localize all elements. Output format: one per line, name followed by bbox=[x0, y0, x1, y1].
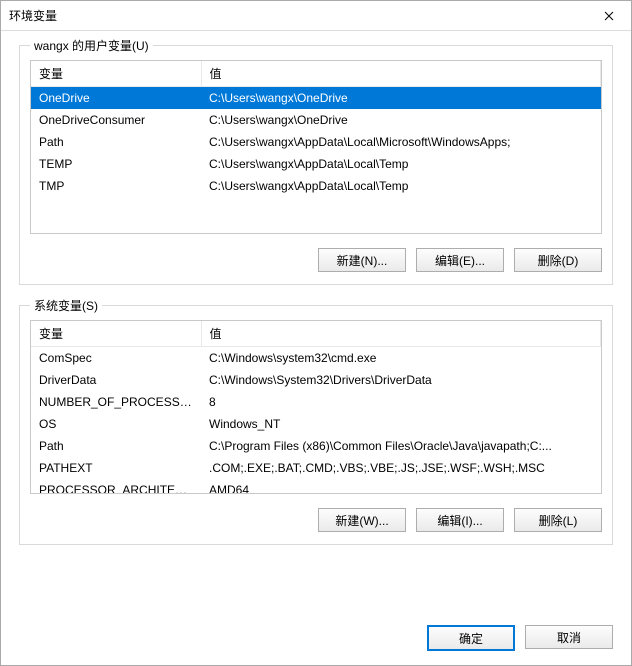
system-header-variable[interactable]: 变量 bbox=[31, 321, 201, 347]
env-vars-dialog: 环境变量 wangx 的用户变量(U) 变量 值 OneDriveC:\User… bbox=[0, 0, 632, 666]
user-delete-button[interactable]: 删除(D) bbox=[514, 248, 602, 272]
table-row[interactable]: TEMPC:\Users\wangx\AppData\Local\Temp bbox=[31, 153, 601, 175]
system-new-button[interactable]: 新建(W)... bbox=[318, 508, 406, 532]
table-row[interactable]: PROCESSOR_ARCHITECT...AMD64 bbox=[31, 479, 601, 494]
user-new-button[interactable]: 新建(N)... bbox=[318, 248, 406, 272]
dialog-footer: 确定 取消 bbox=[1, 617, 631, 665]
dialog-body: wangx 的用户变量(U) 变量 值 OneDriveC:\Users\wan… bbox=[1, 31, 631, 617]
user-vars-title: wangx 的用户变量(U) bbox=[30, 37, 153, 54]
table-row[interactable]: TMPC:\Users\wangx\AppData\Local\Temp bbox=[31, 175, 601, 197]
cell-value: C:\Users\wangx\AppData\Local\Microsoft\W… bbox=[201, 131, 601, 153]
cell-value: C:\Users\wangx\OneDrive bbox=[201, 87, 601, 110]
cell-variable: OneDriveConsumer bbox=[31, 109, 201, 131]
system-vars-title: 系统变量(S) bbox=[30, 297, 102, 314]
system-delete-button[interactable]: 删除(L) bbox=[514, 508, 602, 532]
system-vars-table-container[interactable]: 变量 值 ComSpecC:\Windows\system32\cmd.exeD… bbox=[30, 320, 602, 494]
table-row[interactable]: OneDriveC:\Users\wangx\OneDrive bbox=[31, 87, 601, 110]
close-button[interactable] bbox=[586, 1, 631, 31]
cell-variable: Path bbox=[31, 131, 201, 153]
system-edit-button[interactable]: 编辑(I)... bbox=[416, 508, 504, 532]
cancel-button[interactable]: 取消 bbox=[525, 625, 613, 649]
table-row[interactable]: PathC:\Users\wangx\AppData\Local\Microso… bbox=[31, 131, 601, 153]
cell-variable: DriverData bbox=[31, 369, 201, 391]
table-row[interactable]: ComSpecC:\Windows\system32\cmd.exe bbox=[31, 347, 601, 370]
system-header-value[interactable]: 值 bbox=[201, 321, 601, 347]
table-row[interactable]: PathC:\Program Files (x86)\Common Files\… bbox=[31, 435, 601, 457]
user-vars-table: 变量 值 OneDriveC:\Users\wangx\OneDriveOneD… bbox=[31, 61, 601, 197]
cell-value: .COM;.EXE;.BAT;.CMD;.VBS;.VBE;.JS;.JSE;.… bbox=[201, 457, 601, 479]
cell-value: C:\Users\wangx\AppData\Local\Temp bbox=[201, 175, 601, 197]
cell-variable: OneDrive bbox=[31, 87, 201, 110]
ok-button[interactable]: 确定 bbox=[427, 625, 515, 651]
user-header-value[interactable]: 值 bbox=[201, 61, 601, 87]
system-buttons-row: 新建(W)... 编辑(I)... 删除(L) bbox=[30, 508, 602, 532]
cell-value: C:\Program Files (x86)\Common Files\Orac… bbox=[201, 435, 601, 457]
cell-variable: NUMBER_OF_PROCESSORS bbox=[31, 391, 201, 413]
cell-value: C:\Windows\System32\Drivers\DriverData bbox=[201, 369, 601, 391]
system-vars-group: 系统变量(S) 变量 值 ComSpecC:\Windows\system32\… bbox=[19, 305, 613, 545]
cell-variable: TMP bbox=[31, 175, 201, 197]
table-row[interactable]: PATHEXT.COM;.EXE;.BAT;.CMD;.VBS;.VBE;.JS… bbox=[31, 457, 601, 479]
cell-variable: PROCESSOR_ARCHITECT... bbox=[31, 479, 201, 494]
cell-variable: PATHEXT bbox=[31, 457, 201, 479]
cell-variable: OS bbox=[31, 413, 201, 435]
cell-variable: TEMP bbox=[31, 153, 201, 175]
user-edit-button[interactable]: 编辑(E)... bbox=[416, 248, 504, 272]
cell-variable: ComSpec bbox=[31, 347, 201, 370]
cell-value: C:\Users\wangx\AppData\Local\Temp bbox=[201, 153, 601, 175]
cell-value: C:\Windows\system32\cmd.exe bbox=[201, 347, 601, 370]
cell-value: C:\Users\wangx\OneDrive bbox=[201, 109, 601, 131]
cell-value: 8 bbox=[201, 391, 601, 413]
window-title: 环境变量 bbox=[9, 7, 57, 24]
user-header-variable[interactable]: 变量 bbox=[31, 61, 201, 87]
user-buttons-row: 新建(N)... 编辑(E)... 删除(D) bbox=[30, 248, 602, 272]
system-vars-table: 变量 值 ComSpecC:\Windows\system32\cmd.exeD… bbox=[31, 321, 601, 494]
user-vars-group: wangx 的用户变量(U) 变量 值 OneDriveC:\Users\wan… bbox=[19, 45, 613, 285]
user-vars-table-container[interactable]: 变量 值 OneDriveC:\Users\wangx\OneDriveOneD… bbox=[30, 60, 602, 234]
cell-variable: Path bbox=[31, 435, 201, 457]
table-row[interactable]: DriverDataC:\Windows\System32\Drivers\Dr… bbox=[31, 369, 601, 391]
titlebar: 环境变量 bbox=[1, 1, 631, 31]
table-row[interactable]: NUMBER_OF_PROCESSORS8 bbox=[31, 391, 601, 413]
table-row[interactable]: OSWindows_NT bbox=[31, 413, 601, 435]
cell-value: Windows_NT bbox=[201, 413, 601, 435]
cell-value: AMD64 bbox=[201, 479, 601, 494]
table-row[interactable]: OneDriveConsumerC:\Users\wangx\OneDrive bbox=[31, 109, 601, 131]
close-icon bbox=[604, 11, 614, 21]
